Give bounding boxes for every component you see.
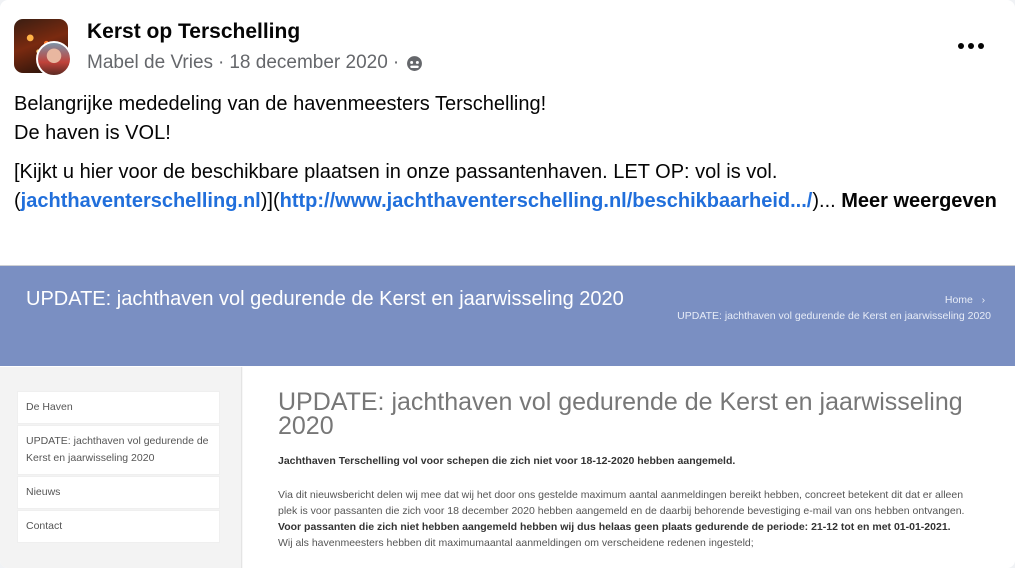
see-more-button[interactable]: Meer weergeven [841,190,997,212]
preview-banner: UPDATE: jachthaven vol gedurende de Kers… [0,266,1015,366]
post-date-link[interactable]: 18 december 2020 [229,52,387,74]
article-body: Via dit nieuwsbericht delen wij mee dat … [278,487,978,551]
sidebar-item-de-haven: De Haven [17,391,220,424]
page-avatar-group[interactable] [14,19,72,77]
meta-separator: · [218,52,225,73]
article-paragraph-bold: Voor passanten die zich niet hebben aang… [278,521,951,533]
banner-title: UPDATE: jachthaven vol gedurende de Kers… [26,288,624,310]
breadcrumb-current: UPDATE: jachthaven vol gedurende de Kers… [677,310,991,322]
sidebar-item-contact: Contact [17,510,220,543]
article-paragraph: Wij als havenmeesters hebben dit maximum… [278,537,754,549]
post-meta: Mabel de Vries · 18 december 2020 · [87,52,423,74]
site-link[interactable]: jachthaventerschelling.nl [21,190,261,212]
page-name-link[interactable]: Kerst op Terschelling [87,20,300,44]
post-paragraph-text: )]( [260,190,280,212]
post-paragraph: [Kijkt u hier voor de beschikbare plaats… [14,158,999,216]
preview-article: UPDATE: jachthaven vol gedurende de Kers… [243,367,1015,568]
sidebar-item-update: UPDATE: jachthaven vol gedurende de Kers… [17,425,220,475]
breadcrumb-home-label: Home [944,294,973,306]
breadcrumb-separator: › [981,294,986,306]
link-preview-image[interactable]: UPDATE: jachthaven vol gedurende de Kers… [0,265,1015,568]
breadcrumb-home: Home › [671,292,991,308]
post-text: Belangrijke mededeling van de havenmeest… [14,90,999,216]
post-line: De haven is VOL! [14,122,171,144]
article-title: UPDATE: jachthaven vol gedurende de Kers… [278,388,963,440]
globe-icon[interactable] [406,55,423,72]
post-paragraph-text: )... [812,190,842,212]
meta-separator: · [392,52,400,73]
preview-content: De Haven UPDATE: jachthaven vol gedurend… [0,367,1015,568]
article-subtitle: Jachthaven Terschelling vol voor schepen… [278,455,736,467]
facebook-post-card: Kerst op Terschelling Mabel de Vries · 1… [0,0,1015,568]
post-line: Belangrijke mededeling van de havenmeest… [14,93,547,115]
author-name-link[interactable]: Mabel de Vries [87,52,213,74]
sidebar-item-nieuws: Nieuws [17,476,220,509]
author-avatar[interactable] [36,41,72,77]
article-paragraph: Via dit nieuwsbericht delen wij mee dat … [278,489,965,517]
breadcrumb: Home › UPDATE: jachthaven vol gedurende … [671,292,991,324]
preview-sidebar: De Haven UPDATE: jachthaven vol gedurend… [0,367,242,568]
availability-link[interactable]: http://www.jachthaventerschelling.nl/bes… [280,190,813,212]
more-options-icon[interactable] [955,34,987,58]
